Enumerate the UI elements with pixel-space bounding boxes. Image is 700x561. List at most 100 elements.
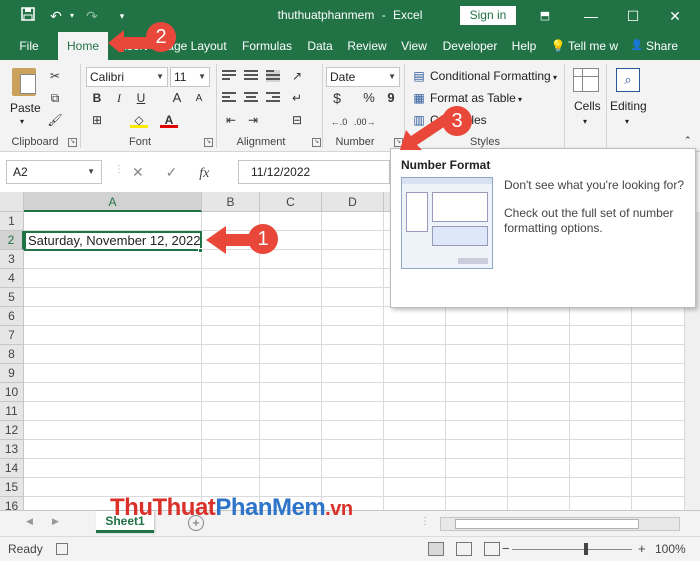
tab-help[interactable]: Help — [508, 32, 540, 60]
increase-indent-icon[interactable]: ⇥ — [244, 112, 262, 128]
underline-button[interactable]: U — [132, 90, 150, 106]
column-header-d[interactable]: D — [322, 192, 384, 212]
tab-formulas[interactable]: Formulas — [238, 32, 296, 60]
conditional-formatting-icon[interactable]: ▤ — [410, 68, 428, 84]
select-all-corner[interactable] — [0, 192, 24, 212]
zoom-slider[interactable] — [512, 549, 632, 550]
middle-align-icon[interactable] — [244, 70, 258, 82]
column-header-c[interactable]: C — [260, 192, 322, 212]
maximize-icon[interactable]: ☐ — [618, 4, 648, 28]
tab-data[interactable]: Data — [303, 32, 337, 60]
align-center-icon[interactable] — [244, 92, 258, 104]
bottom-align-icon[interactable] — [266, 70, 280, 82]
clipboard-launcher-icon[interactable]: ↘ — [68, 138, 77, 147]
top-align-icon[interactable] — [222, 70, 236, 82]
decrease-indent-icon[interactable]: ⇤ — [222, 112, 240, 128]
font-color-icon[interactable]: A — [160, 112, 178, 128]
sign-in-button[interactable]: Sign in — [460, 6, 516, 25]
comma-button[interactable]: 9 — [382, 90, 400, 106]
row-header[interactable]: 5 — [0, 288, 24, 307]
row-header[interactable]: 15 — [0, 478, 24, 497]
name-box[interactable]: A2 ▼ — [6, 160, 102, 184]
format-painter-icon[interactable]: 🖌 — [46, 112, 64, 128]
search-icon[interactable]: ⌕ — [616, 68, 640, 92]
tab-review[interactable]: Review — [344, 32, 390, 60]
number-format-select[interactable]: Date ▼ — [326, 67, 400, 87]
row-header[interactable]: 10 — [0, 383, 24, 402]
tab-split-handle-icon[interactable]: ⋮ — [420, 516, 430, 527]
formula-input[interactable]: 11/12/2022 — [238, 160, 390, 184]
zoom-level[interactable]: 100% — [655, 542, 686, 556]
tab-developer[interactable]: Developer — [438, 32, 502, 60]
font-launcher-icon[interactable]: ↘ — [204, 138, 213, 147]
alignment-launcher-icon[interactable]: ↘ — [312, 138, 321, 147]
increase-decimal-icon[interactable]: ←.0 — [330, 114, 348, 130]
share-icon[interactable]: 👤 — [630, 32, 644, 60]
tab-view[interactable]: View — [396, 32, 432, 60]
page-layout-view-icon[interactable] — [456, 542, 472, 556]
chevron-down-icon[interactable]: ▾ — [583, 114, 587, 130]
cells-button[interactable]: Cells — [574, 98, 601, 114]
zoom-out-button[interactable]: − — [502, 541, 510, 556]
cells-icon[interactable] — [573, 68, 599, 92]
tell-me-box[interactable]: Tell me w — [568, 32, 622, 60]
align-right-icon[interactable] — [266, 92, 280, 104]
paste-icon[interactable] — [12, 68, 36, 96]
row-header[interactable]: 8 — [0, 345, 24, 364]
bold-button[interactable]: B — [88, 90, 106, 106]
row-header[interactable]: 14 — [0, 459, 24, 478]
page-break-view-icon[interactable] — [484, 542, 500, 556]
column-header-b[interactable]: B — [202, 192, 260, 212]
row-header[interactable]: 4 — [0, 269, 24, 288]
horizontal-scrollbar[interactable] — [440, 517, 680, 531]
shrink-font-button[interactable]: A — [190, 91, 208, 107]
wrap-text-icon[interactable]: ↵ — [288, 90, 306, 106]
grow-font-button[interactable]: A — [168, 90, 186, 106]
row-header[interactable]: 12 — [0, 421, 24, 440]
horizontal-scroll-thumb[interactable] — [455, 519, 639, 529]
minimize-icon[interactable]: — — [576, 4, 606, 28]
font-name-select[interactable]: Calibri ▼ — [86, 67, 168, 87]
borders-icon[interactable]: ⊞ — [88, 112, 106, 128]
tab-file[interactable]: File — [10, 32, 48, 60]
tab-home[interactable]: Home — [58, 32, 108, 60]
row-header[interactable]: 2 — [0, 231, 24, 250]
align-left-icon[interactable] — [222, 92, 236, 104]
chevron-down-icon[interactable]: ▾ — [625, 114, 629, 130]
row-header[interactable]: 1 — [0, 212, 24, 231]
font-size-select[interactable]: 11 ▼ — [170, 67, 210, 87]
currency-button[interactable]: $ — [328, 90, 346, 106]
ribbon-display-icon[interactable]: ⬒ — [530, 4, 560, 28]
normal-view-icon[interactable] — [428, 542, 444, 556]
sheet-prev-icon[interactable]: ◀ — [26, 516, 33, 527]
collapse-ribbon-icon[interactable]: ⌃ — [684, 132, 692, 148]
sheet-next-icon[interactable]: ▶ — [52, 516, 59, 527]
percent-button[interactable]: % — [360, 90, 378, 106]
row-header[interactable]: 9 — [0, 364, 24, 383]
cut-icon[interactable]: ✂ — [46, 68, 64, 84]
column-header-a[interactable]: A — [24, 192, 202, 212]
fill-color-icon[interactable]: ◇ — [130, 112, 148, 128]
paste-button[interactable]: Paste — [10, 100, 41, 116]
row-header[interactable]: 11 — [0, 402, 24, 421]
tell-me-search-icon[interactable]: 💡 — [550, 32, 566, 60]
cancel-icon[interactable]: ✕ — [132, 164, 144, 180]
format-as-table-icon[interactable]: ▦ — [410, 90, 428, 106]
enter-icon[interactable]: ✓ — [166, 164, 178, 180]
orientation-icon[interactable]: ↗ — [288, 68, 306, 84]
fill-handle[interactable] — [198, 248, 203, 253]
cell-a2[interactable]: Saturday, November 12, 2022 — [24, 231, 202, 251]
row-header[interactable]: 3 — [0, 250, 24, 269]
row-header[interactable]: 7 — [0, 326, 24, 345]
share-button[interactable]: Share — [646, 32, 682, 60]
format-as-table-button[interactable]: Format as Table ▾ — [430, 90, 522, 108]
italic-button[interactable]: I — [110, 90, 128, 106]
conditional-formatting-button[interactable]: Conditional Formatting ▾ — [430, 68, 557, 86]
zoom-slider-thumb[interactable] — [584, 543, 588, 555]
editing-button[interactable]: Editing — [610, 98, 647, 114]
row-header[interactable]: 16 — [0, 497, 24, 510]
zoom-in-button[interactable]: + — [638, 541, 646, 556]
insert-function-icon[interactable]: fx — [199, 166, 209, 181]
macro-recording-icon[interactable] — [56, 543, 68, 555]
merge-center-icon[interactable]: ⊟ — [288, 112, 306, 128]
